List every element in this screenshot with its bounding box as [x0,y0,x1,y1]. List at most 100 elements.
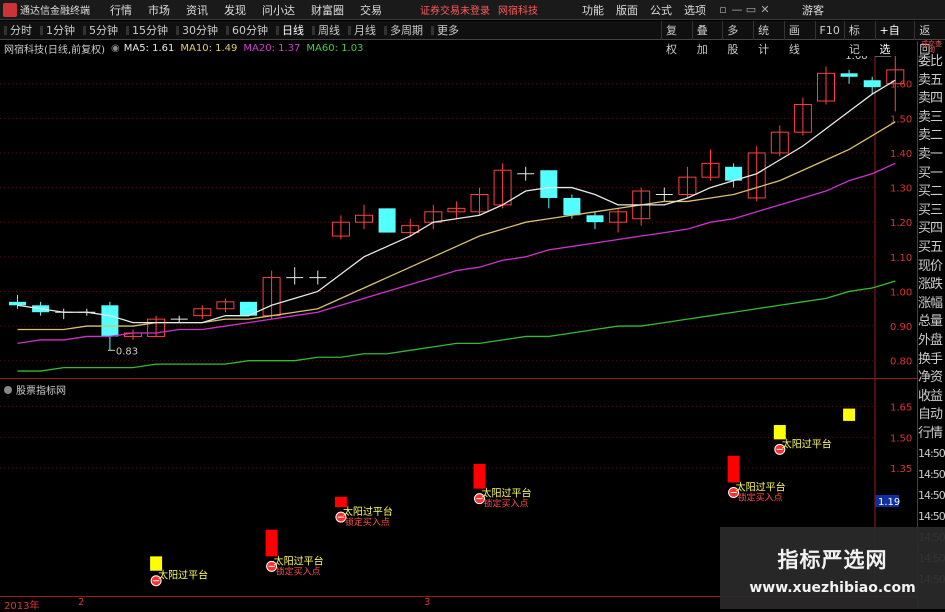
candle-body-23 [540,170,558,198]
toolbar-button-0[interactable]: 复权 [661,20,692,56]
watermark: 指标严选网 www.xuezhibiao.com [720,527,945,609]
title-bar: 通达信金融终端 行情 市场 资讯 发现 问小达 财富圈 交易 证券交易未登录 网宿科技 功能… [0,0,945,20]
price-tick-5: 1.10 [890,253,912,264]
date-label-1: 2 [78,597,85,608]
main-menu: 行情 市场 资讯 发现 问小达 财富圈 交易 [102,2,390,18]
quote-field-1: 卖五 [918,72,943,88]
ma-label-0: MA5: 1.61 [123,42,175,54]
ma-legend: MA5: 1.61 MA10: 1.49 MA20: 1.37 MA60: 1.03 [124,43,370,54]
signal-buy-1: 锁定买入点 [276,565,321,577]
ind-tick-1: 1.50 [890,433,912,444]
indicator-name: 股票指标网 [16,386,66,397]
maximize-icon[interactable]: ▭ [744,3,758,16]
watermark-title: 指标严选网 [777,548,888,572]
menu-item-4[interactable]: 问小达 [254,2,303,18]
login-status[interactable]: 证券交易未登录 [420,2,490,17]
app-title: 通达信金融终端 [20,6,90,17]
toolbar-button-8[interactable]: 返回 [914,20,945,56]
quote-field-7: 买二 [918,184,943,200]
menu-item-6[interactable]: 交易 [352,2,390,18]
quote-field-14: 总量 [918,314,943,330]
signal-platform-3: 太阳过平台 [482,487,532,500]
ma20-line [17,162,896,345]
period-tab-4[interactable]: 30分钟 [172,22,222,38]
right-menu-item-3[interactable]: 选项 [678,2,712,18]
signal-platform-0: 太阳过平台 [158,569,208,582]
toolbar-button-1[interactable]: 叠加 [691,20,723,56]
quote-field-2: 卖四 [918,91,943,107]
restore-icon[interactable]: ▫ [716,3,730,16]
period-tab-2[interactable]: 5分钟 [79,22,122,38]
menu-item-2[interactable]: 资讯 [178,2,216,18]
quote-items: 委比 卖五 卖四 卖三 卖二 卖一 买一 买二 买三 买四 买五 现价 涨跌 涨幅 总量 外盘 换手 净资 收益 自动… [918,53,945,590]
date-label-0: 2013年 [4,601,40,612]
quote-field-22: 14:50 [918,468,945,482]
menu-item-5[interactable]: 财富圈 [303,2,352,18]
signal-buy-4: 锁定买入点 [738,491,783,503]
stock-name: 网宿科技(日线,前复权) [4,44,105,56]
indicator-title: 股票指标网 [4,382,66,397]
ind-bar-5 [773,425,786,440]
quote-field-17: 净资 [918,370,943,386]
quote-field-11: 现价 [918,258,943,274]
price-tick-7: 0.90 [890,322,912,333]
candle-body-4 [101,305,119,337]
ind-bar-6 [843,408,856,421]
quote-field-18: 收益 [918,388,943,404]
toolbar-button-7[interactable]: +自选 [874,20,915,56]
toolbar-button-4[interactable]: 画线 [783,20,815,56]
quote-field-24: 14:50 [918,510,945,524]
toolbar-button-3[interactable]: 统计 [753,20,784,56]
quote-field-5: 卖一 [918,146,943,162]
period-tab-7[interactable]: 周线 [308,22,344,38]
quote-panel: 成交查询 委比 卖五 卖四 卖三 卖二 卖一 买一 买二 买三 买四 买五 现价 涨跌 涨幅 总量 外盘 换手净… [917,41,945,609]
menu-item-3[interactable]: 发现 [216,2,254,18]
toolbar-right: 复权 叠加 多股 统计 画线 F10 标记 +自选 返回 [661,20,945,56]
price-tick-2: 1.40 [890,149,912,160]
right-menu-item-2[interactable]: 公式 [644,2,678,18]
period-tab-9[interactable]: 多周期 [380,22,427,38]
quote-field-8: 买三 [918,202,943,218]
candle-body-0 [9,301,26,306]
guest-user[interactable]: 游客 [802,2,824,18]
period-tab-10[interactable]: 更多 [427,22,463,38]
candle-body-37 [863,80,881,88]
ind-tick-0: 1.65 [890,403,912,414]
minimize-icon[interactable]: — [730,3,744,16]
quote-field-6: 买一 [918,165,943,181]
signal-buy-2: 锁定买入点 [345,516,390,528]
quote-field-12: 涨跌 [918,277,943,293]
ma-label-3: MA60: 1.03 [306,42,364,54]
close-icon[interactable]: ✕ [758,3,772,16]
menu-item-1[interactable]: 市场 [140,2,178,18]
right-menu: 功能 版面 公式 选项 [576,2,712,18]
quote-field-21: 14:50 [918,447,945,461]
candle-body-36 [840,73,858,77]
kline-chart[interactable]: 1.601.501.401.301.201.101.000.900.800.83… [0,56,917,596]
quote-field-0: 委比 [918,54,943,69]
toolbar-button-5[interactable]: F10 [814,20,844,40]
period-tab-0[interactable]: 分时 [0,22,36,38]
ind-bar-0 [150,556,163,571]
menu-item-0[interactable]: 行情 [102,2,140,18]
period-tab-1[interactable]: 1分钟 [36,22,79,38]
period-tab-6[interactable]: 日线 [272,22,308,38]
period-tab-3[interactable]: 15分钟 [122,22,172,38]
price-tick-4: 1.20 [890,218,912,229]
ind-tick-3: 1.19 [878,497,900,508]
period-tab-5[interactable]: 60分钟 [222,22,272,38]
toolbar-button-2[interactable]: 多股 [722,20,753,56]
quote-field-13: 涨幅 [918,295,943,311]
high-annotation: 1.68 [845,56,867,62]
quote-field-19: 自动 [918,407,943,423]
pane-divider[interactable] [0,378,917,379]
indicator-icon[interactable] [4,385,12,394]
period-tab-8[interactable]: 月线 [344,22,380,38]
window-controls: ▫ — ▭ ✕ [716,3,772,16]
toolbar-button-6[interactable]: 标记 [843,20,875,56]
candle-body-25 [586,215,604,223]
right-menu-item-1[interactable]: 版面 [610,2,644,18]
watermark-url: www.xuezhibiao.com [749,580,916,596]
settings-icon[interactable]: ◉ [111,43,120,54]
right-menu-item-0[interactable]: 功能 [576,2,610,18]
